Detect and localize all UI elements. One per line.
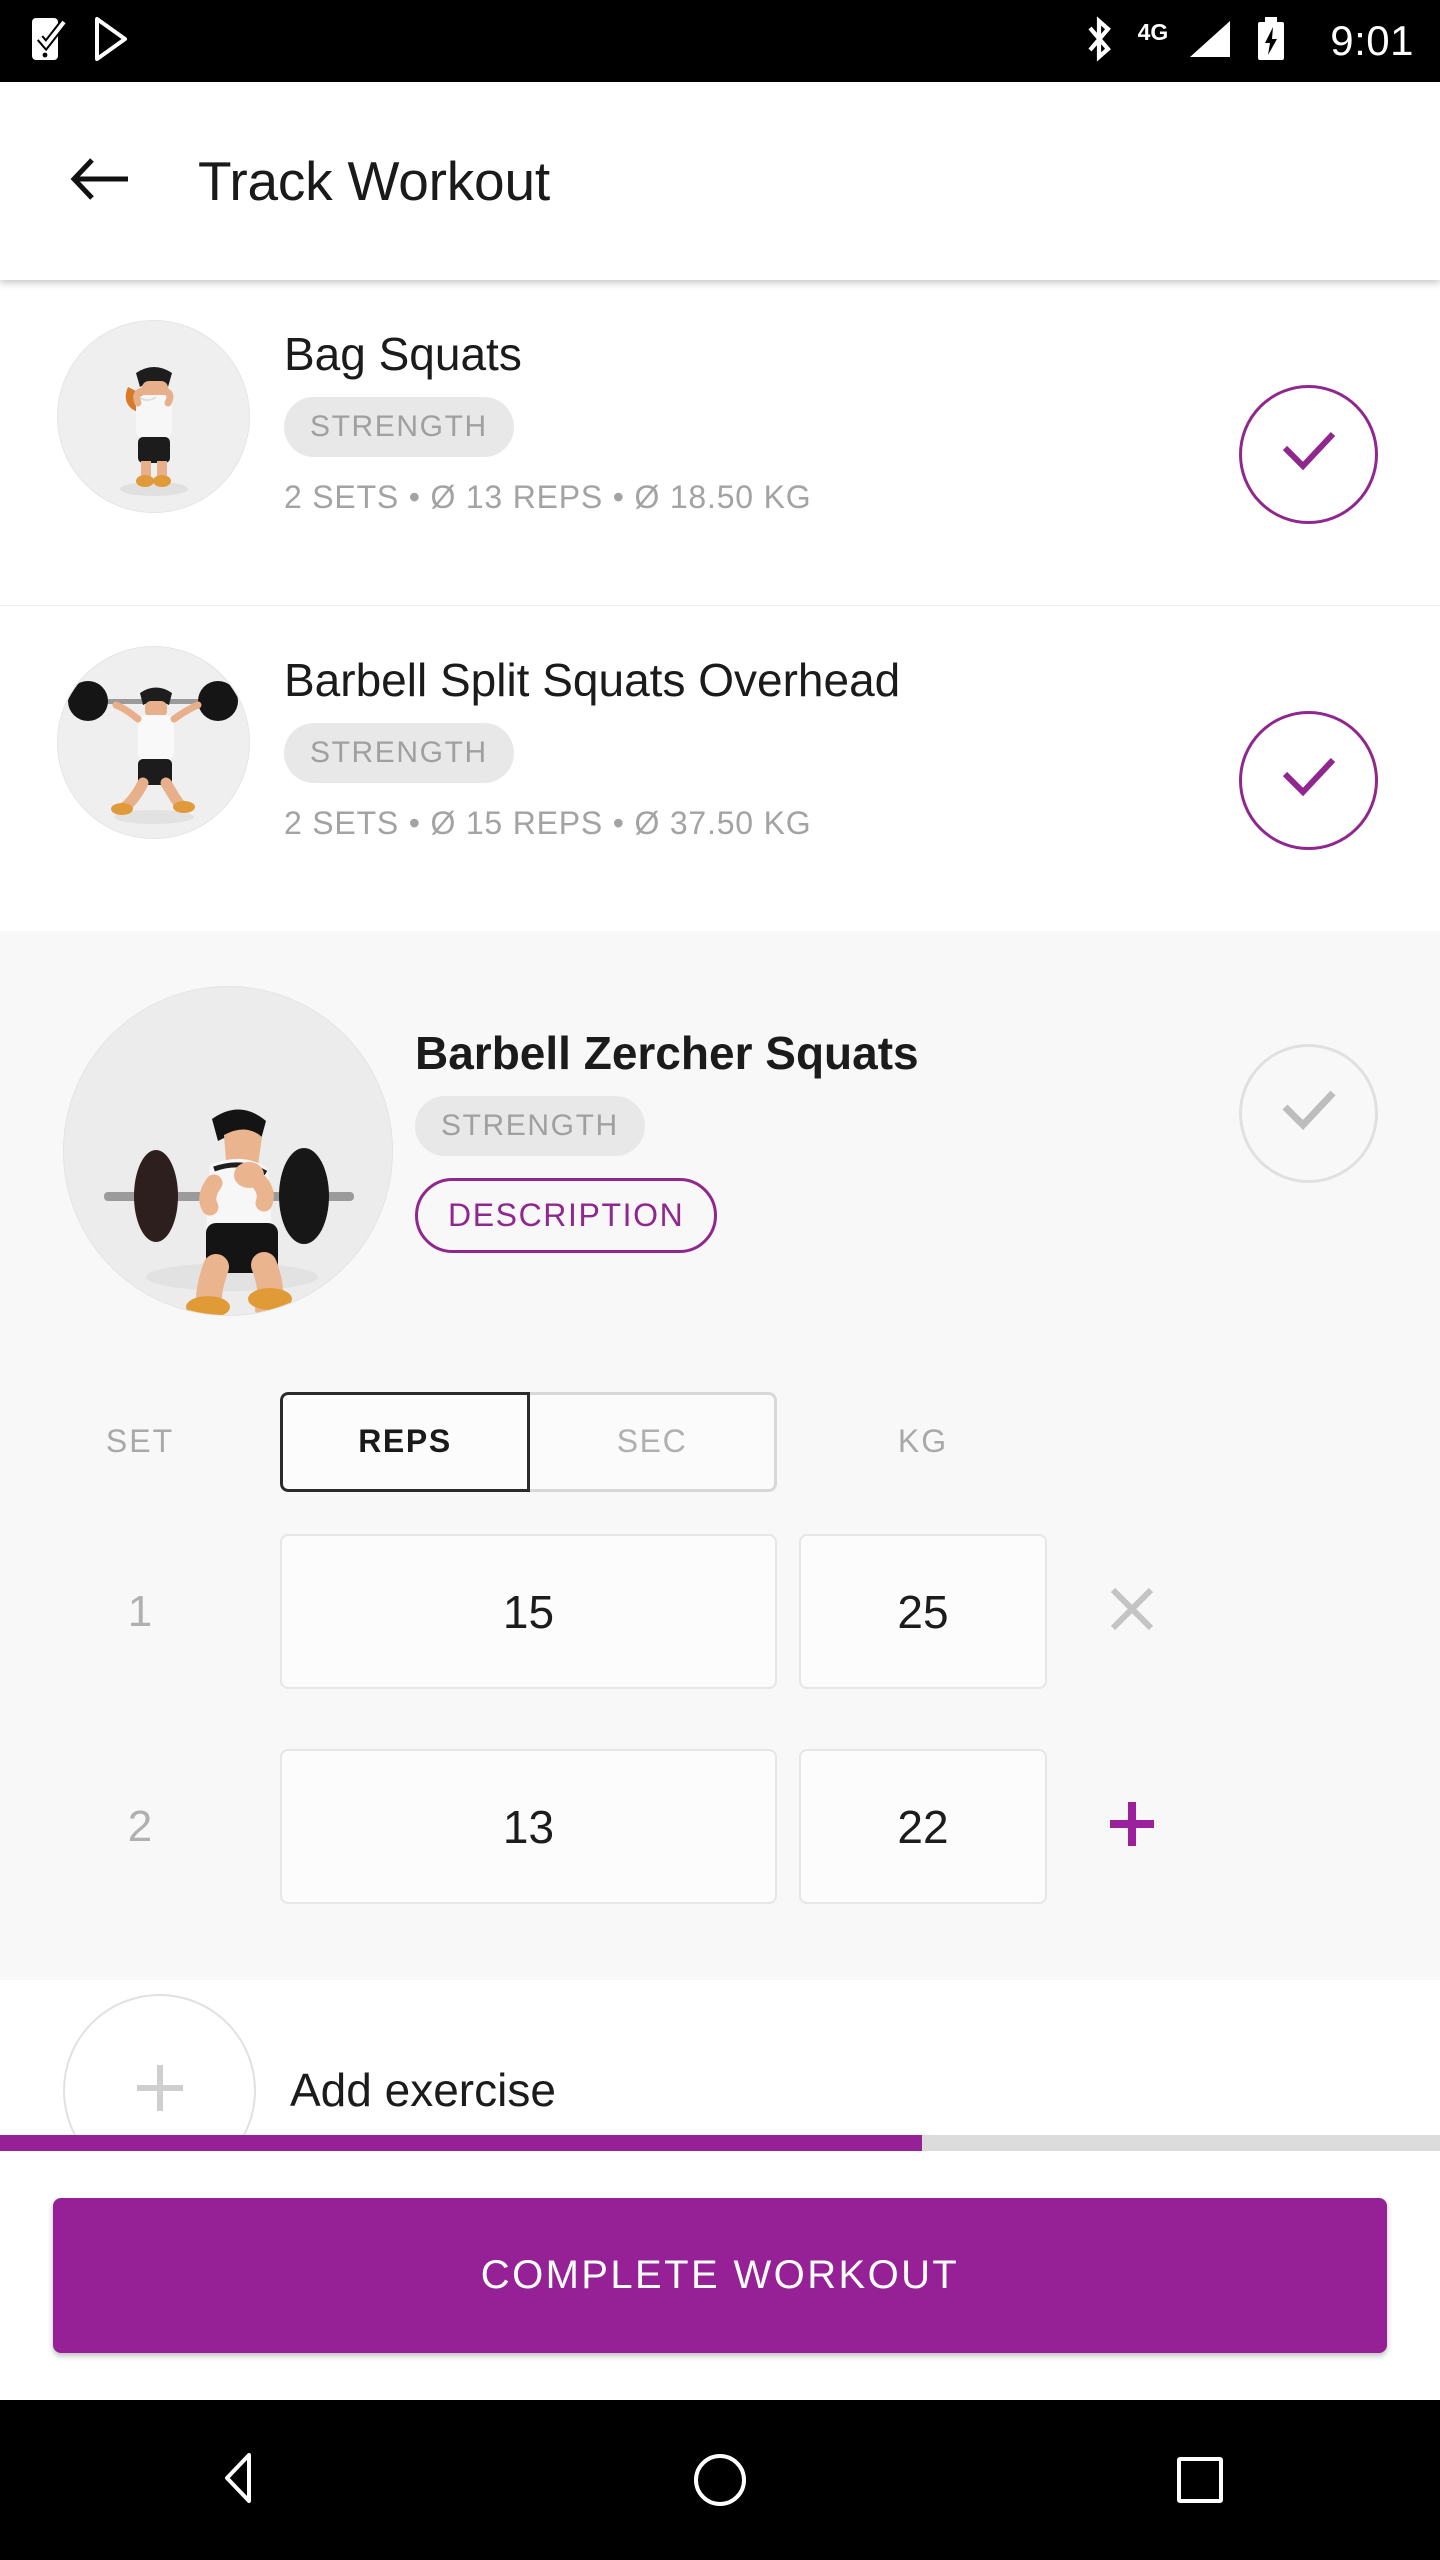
- clock: 9:01: [1330, 17, 1414, 64]
- check-icon: [1277, 428, 1341, 481]
- unit-toggle[interactable]: REPS SEC: [280, 1391, 777, 1492]
- column-header-set: SET: [105, 1423, 175, 1459]
- battery-charging-icon: [1256, 16, 1286, 67]
- check-icon: [1277, 1087, 1341, 1140]
- back-button[interactable]: [46, 126, 156, 236]
- nav-home-icon: [694, 2454, 746, 2506]
- exercise-category-badge: STRENGTH: [284, 397, 514, 458]
- add-set-button[interactable]: [1047, 1796, 1217, 1857]
- nav-back-icon: [213, 2449, 267, 2512]
- add-exercise-icon-circle: [63, 1993, 256, 2135]
- exercise-name: Barbell Zercher Squats: [415, 1027, 919, 1079]
- reps-input[interactable]: 15: [280, 1534, 777, 1689]
- check-icon: [1277, 754, 1341, 807]
- exercise-thumbnail: [63, 986, 393, 1316]
- exercise-row[interactable]: Bag Squats STRENGTH 2 SETS • Ø 13 REPS •…: [0, 280, 1440, 605]
- exercise-thumbnail: [57, 646, 250, 839]
- active-exercise-header: Barbell Zercher Squats STRENGTH DESCRIPT…: [0, 986, 1440, 1316]
- play-store-icon: [92, 16, 134, 67]
- toggle-option-reps[interactable]: REPS: [280, 1391, 530, 1492]
- close-icon: [1104, 1581, 1160, 1642]
- exercise-complete-toggle[interactable]: [1239, 711, 1378, 850]
- set-index: 2: [127, 1801, 153, 1851]
- app-bar: Track Workout: [0, 82, 1440, 280]
- weight-input[interactable]: 22: [799, 1749, 1047, 1904]
- workout-progress-bar: [0, 2135, 1440, 2151]
- active-exercise-info: Barbell Zercher Squats STRENGTH DESCRIPT…: [415, 986, 919, 1254]
- sets-table-header: SET REPS SEC KG: [0, 1379, 1440, 1504]
- nav-recents-icon: [1177, 2457, 1223, 2503]
- column-header-kg: KG: [897, 1423, 949, 1459]
- exercise-name: Bag Squats: [284, 328, 522, 380]
- remove-set-button[interactable]: [1047, 1581, 1217, 1642]
- reps-input[interactable]: 13: [280, 1749, 777, 1904]
- bottom-action-bar: COMPLETE WORKOUT: [0, 2151, 1440, 2400]
- toggle-option-sec[interactable]: SEC: [530, 1391, 777, 1492]
- description-button[interactable]: DESCRIPTION: [415, 1178, 718, 1254]
- sets-table: SET REPS SEC KG 1 15 25 2 13 22: [0, 1379, 1440, 1934]
- nav-recents-button[interactable]: [960, 2457, 1440, 2503]
- workout-exercise-list[interactable]: Bag Squats STRENGTH 2 SETS • Ø 13 REPS •…: [0, 280, 1440, 2135]
- table-row: 1 15 25: [0, 1504, 1440, 1719]
- app-screen: 4G 9:01 Track Workout Bag Squats STRENGT…: [0, 0, 1440, 2560]
- nav-home-button[interactable]: [480, 2454, 960, 2506]
- exercise-category-badge: STRENGTH: [415, 1096, 645, 1157]
- add-exercise-label: Add exercise: [290, 2064, 556, 2116]
- status-bar-system: 4G 9:01: [1082, 15, 1414, 67]
- exercise-name: Barbell Split Squats Overhead: [284, 654, 901, 706]
- page-title: Track Workout: [198, 150, 550, 212]
- plus-icon: [1104, 1796, 1160, 1857]
- active-exercise-card: Barbell Zercher Squats STRENGTH DESCRIPT…: [0, 931, 1440, 1980]
- task-check-icon: [30, 16, 70, 67]
- table-row: 2 13 22: [0, 1719, 1440, 1934]
- workout-progress-fill: [0, 2135, 922, 2151]
- status-bar-notifications: [30, 16, 134, 67]
- exercise-thumbnail: [57, 320, 250, 513]
- network-type-label: 4G: [1137, 18, 1169, 45]
- bluetooth-icon: [1082, 15, 1116, 67]
- exercise-row[interactable]: Barbell Split Squats Overhead STRENGTH 2…: [0, 606, 1440, 931]
- signal-icon: [1186, 17, 1234, 66]
- set-index: 1: [127, 1586, 153, 1636]
- add-exercise-row[interactable]: Add exercise: [0, 1980, 1440, 2135]
- exercise-complete-toggle[interactable]: [1239, 385, 1378, 524]
- nav-back-button[interactable]: [0, 2449, 480, 2512]
- complete-workout-button[interactable]: COMPLETE WORKOUT: [53, 2198, 1387, 2353]
- weight-input[interactable]: 25: [799, 1534, 1047, 1689]
- exercise-complete-toggle[interactable]: [1239, 1044, 1378, 1183]
- exercise-category-badge: STRENGTH: [284, 723, 514, 784]
- plus-icon: [125, 2053, 195, 2128]
- arrow-left-icon: [70, 154, 132, 209]
- status-bar: 4G 9:01: [0, 0, 1440, 82]
- android-navigation-bar: [0, 2400, 1440, 2560]
